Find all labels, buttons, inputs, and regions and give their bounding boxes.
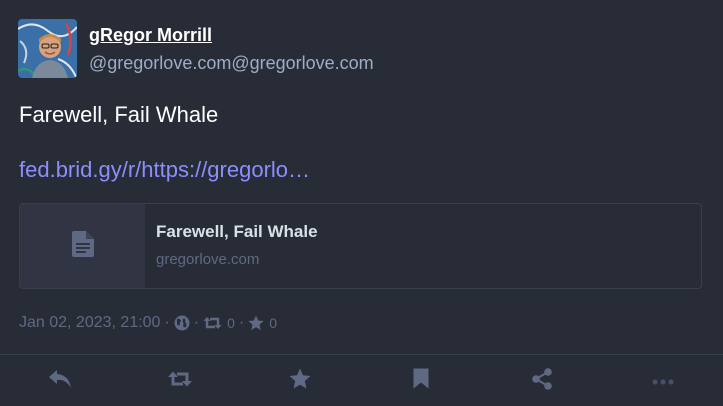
boost-icon xyxy=(167,370,193,393)
boost-button[interactable] xyxy=(167,369,193,393)
document-icon xyxy=(71,230,94,262)
status-content: Farewell, Fail Whale xyxy=(19,102,219,127)
status-meta: Jan 02, 2023, 21:00 · · 0 · 0 xyxy=(19,312,277,334)
card-domain: gregorlove.com xyxy=(156,251,260,268)
display-name[interactable]: gRegor Morrill xyxy=(89,24,374,46)
reply-button[interactable] xyxy=(47,369,73,393)
favourite-count: 0 xyxy=(269,315,278,331)
status-timestamp[interactable]: Jan 02, 2023, 21:00 xyxy=(19,314,160,332)
account-handle: @gregorlove.com@gregorlove.com xyxy=(89,53,374,73)
meta-separator: · xyxy=(164,314,170,331)
status-link[interactable]: fed.brid.gy/r/https://gregorlo… xyxy=(19,157,310,183)
meta-separator: · xyxy=(238,314,245,331)
avatar[interactable] xyxy=(18,19,77,78)
bookmark-button[interactable] xyxy=(408,368,434,394)
link-preview-card[interactable]: Farewell, Fail Whale gregorlove.com xyxy=(19,203,702,289)
bookmark-icon xyxy=(413,368,429,394)
more-icon xyxy=(652,372,674,390)
status-action-bar xyxy=(0,355,723,406)
card-title: Farewell, Fail Whale xyxy=(156,222,318,241)
share-button[interactable] xyxy=(529,367,555,395)
favourite-button[interactable] xyxy=(287,368,313,394)
more-button[interactable] xyxy=(650,369,676,393)
star-icon xyxy=(248,315,264,331)
boost-count: 0 xyxy=(227,315,235,331)
status-post: gRegor Morrill @gregorlove.com@gregorlov… xyxy=(0,0,723,406)
reply-icon xyxy=(48,369,72,394)
star-icon xyxy=(289,368,311,394)
meta-separator: · xyxy=(193,314,200,331)
globe-icon xyxy=(174,315,190,331)
boost-icon xyxy=(203,316,222,330)
card-thumbnail xyxy=(20,204,145,288)
share-icon xyxy=(531,367,553,395)
status-author[interactable]: gRegor Morrill @gregorlove.com@gregorlov… xyxy=(18,19,374,78)
